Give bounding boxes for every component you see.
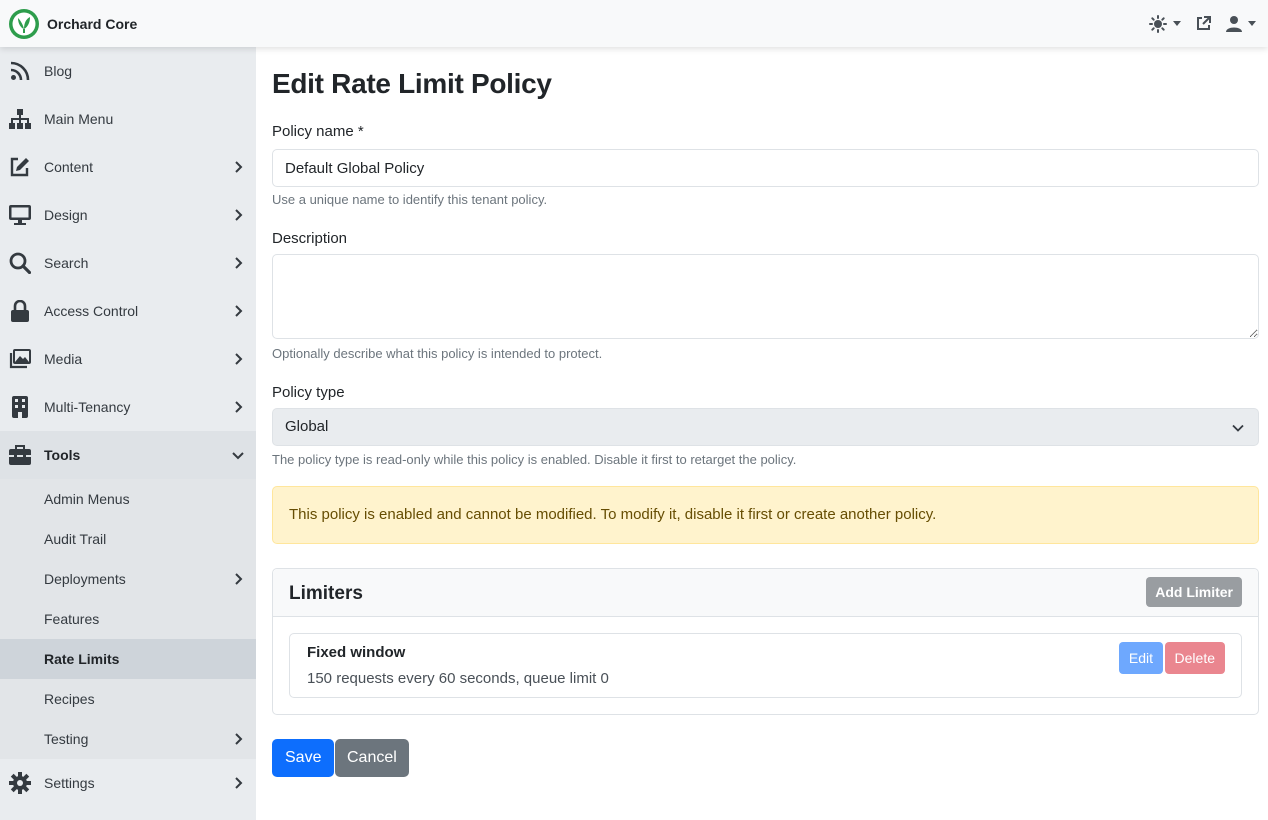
- sidebar-item-content[interactable]: Content: [0, 143, 256, 191]
- chevron-right-icon: [235, 733, 243, 745]
- page-title: Edit Rate Limit Policy: [272, 68, 552, 99]
- gear-icon: [9, 772, 31, 794]
- policy-type-label: Policy type: [272, 384, 345, 401]
- limiter-description: 150 requests every 60 seconds, queue lim…: [307, 670, 609, 687]
- search-icon: [9, 252, 31, 274]
- external-link-icon: [1197, 16, 1211, 30]
- edit-limiter-button[interactable]: Edit: [1118, 642, 1163, 674]
- description-textarea[interactable]: [272, 254, 1259, 339]
- sidebar-item-testing[interactable]: Testing: [0, 719, 256, 759]
- building-icon: [9, 396, 31, 418]
- sidebar-item-audit-trail[interactable]: Audit Trail: [0, 519, 256, 559]
- sidebar-item-recipes[interactable]: Recipes: [0, 679, 256, 719]
- images-icon: [9, 348, 31, 370]
- policy-type-help: The policy type is read-only while this …: [272, 452, 797, 467]
- limiters-card: Limiters Add Limiter Fixed window 150 re…: [272, 568, 1259, 715]
- sun-icon: [1149, 14, 1167, 33]
- policy-type-value: Global: [285, 418, 329, 435]
- sidebar-item-search[interactable]: Search: [0, 239, 256, 287]
- sidebar-item-blog[interactable]: Blog: [0, 47, 256, 95]
- policy-enabled-alert: This policy is enabled and cannot be mod…: [272, 486, 1259, 544]
- tools-submenu: Admin Menus Audit Trail Deployments Feat…: [0, 479, 256, 759]
- top-navbar: Orchard Core: [0, 0, 1268, 47]
- sidebar-item-rate-limits[interactable]: Rate Limits: [0, 639, 256, 679]
- monitor-icon: [9, 204, 31, 226]
- chevron-right-icon: [235, 161, 243, 173]
- user-icon: [1226, 16, 1242, 32]
- sidebar-item-admin-menus[interactable]: Admin Menus: [0, 479, 256, 519]
- delete-limiter-button[interactable]: Delete: [1164, 642, 1225, 674]
- chevron-right-icon: [235, 777, 243, 789]
- chevron-right-icon: [235, 401, 243, 413]
- sidebar-item-design[interactable]: Design: [0, 191, 256, 239]
- chevron-right-icon: [235, 305, 243, 317]
- lock-icon: [9, 300, 31, 322]
- policy-name-label: Policy name *: [272, 123, 364, 140]
- edit-icon: [9, 156, 31, 178]
- description-label: Description: [272, 230, 348, 247]
- chevron-right-icon: [235, 257, 243, 269]
- sidebar-item-multi-tenancy[interactable]: Multi-Tenancy: [0, 383, 256, 431]
- policy-type-select[interactable]: Global: [272, 408, 1259, 446]
- save-button[interactable]: Save: [272, 739, 335, 777]
- brand-name: Orchard Core: [47, 15, 138, 32]
- toolbox-icon: [9, 444, 31, 466]
- brand[interactable]: Orchard Core: [8, 8, 137, 40]
- visit-site-button[interactable]: [1195, 15, 1212, 32]
- limiter-item: Fixed window 150 requests every 60 secon…: [289, 633, 1242, 698]
- orchard-logo-icon: [9, 8, 39, 39]
- description-help: Optionally describe what this policy is …: [272, 346, 603, 361]
- sidebar-item-main-menu[interactable]: Main Menu: [0, 95, 256, 143]
- policy-name-help: Use a unique name to identify this tenan…: [272, 192, 548, 207]
- admin-sidebar: Blog Main Menu Content Design Search Acc…: [0, 47, 256, 820]
- add-limiter-button[interactable]: Add Limiter: [1146, 577, 1242, 607]
- sidebar-item-features[interactable]: Features: [0, 599, 256, 639]
- chevron-down-icon: [1232, 424, 1244, 432]
- limiters-card-header: Limiters Add Limiter: [273, 569, 1258, 617]
- sidebar-item-tools[interactable]: Tools: [0, 431, 256, 479]
- sidebar-item-access-control[interactable]: Access Control: [0, 287, 256, 335]
- chevron-down-icon: [232, 452, 244, 460]
- sidebar-item-settings[interactable]: Settings: [0, 759, 256, 807]
- cancel-button[interactable]: Cancel: [335, 739, 409, 777]
- policy-name-input[interactable]: [272, 149, 1259, 187]
- chevron-right-icon: [235, 209, 243, 221]
- limiters-title: Limiters: [289, 583, 363, 604]
- chevron-down-icon: [1173, 21, 1181, 26]
- theme-toggle-button[interactable]: [1149, 14, 1181, 33]
- rss-icon: [9, 60, 31, 82]
- sitemap-icon: [9, 108, 31, 130]
- user-menu-button[interactable]: [1226, 15, 1256, 32]
- chevron-right-icon: [235, 353, 243, 365]
- chevron-down-icon: [1248, 21, 1256, 26]
- sidebar-item-media[interactable]: Media: [0, 335, 256, 383]
- chevron-right-icon: [235, 573, 243, 585]
- limiter-name: Fixed window: [307, 644, 406, 661]
- sidebar-item-deployments[interactable]: Deployments: [0, 559, 256, 599]
